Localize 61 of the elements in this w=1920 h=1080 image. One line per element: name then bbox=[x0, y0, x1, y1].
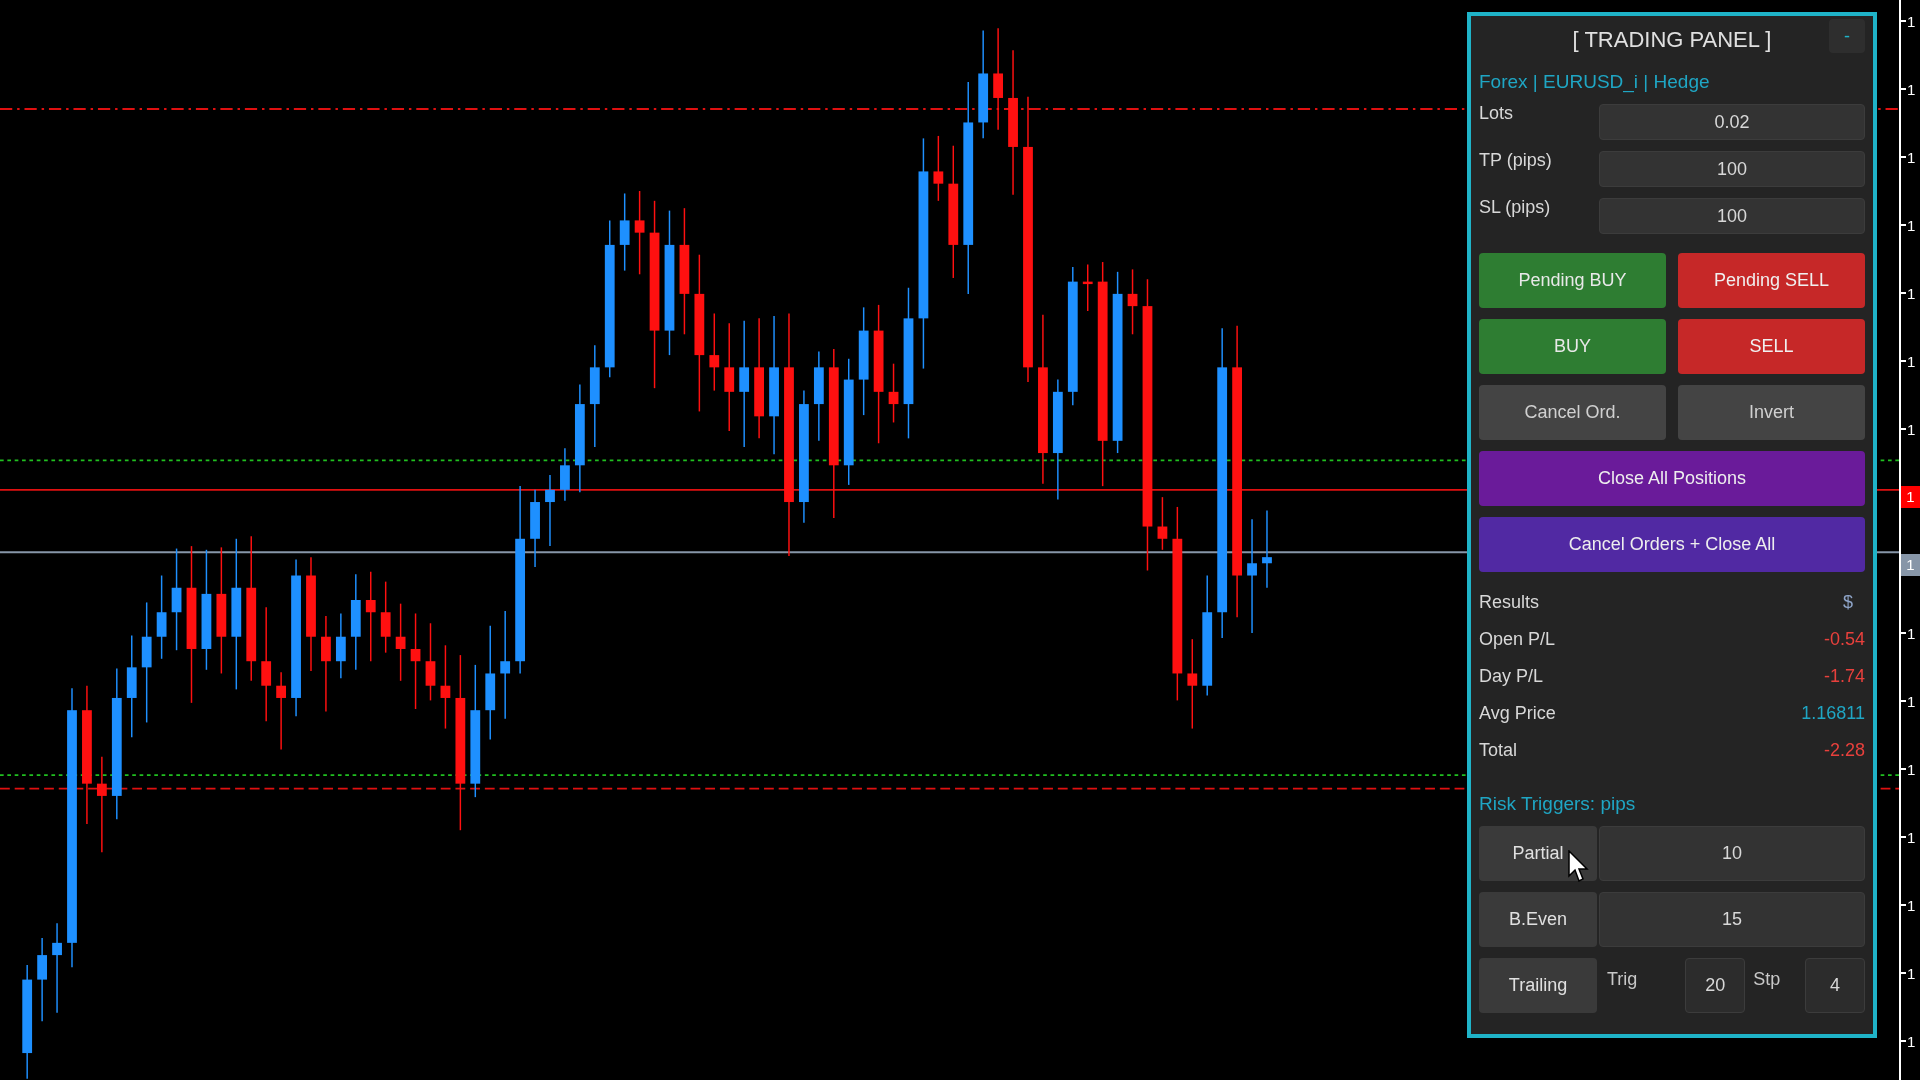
trigger-button[interactable]: Trailing bbox=[1479, 958, 1597, 1013]
action-button[interactable]: Pending SELL bbox=[1678, 253, 1865, 308]
axis-label: 1 bbox=[1907, 761, 1916, 777]
axis-label: 1 bbox=[1907, 421, 1916, 437]
axis-label: 1 bbox=[1907, 149, 1916, 165]
account-info: Forex | EURUSD_i | Hedge bbox=[1479, 70, 1711, 94]
action-button[interactable]: Close All Positions bbox=[1479, 451, 1865, 506]
action-button[interactable]: BUY bbox=[1479, 319, 1666, 374]
mouse-cursor-icon bbox=[1568, 850, 1590, 884]
value-field[interactable]: 15 bbox=[1599, 892, 1865, 947]
value-field[interactable]: 100 bbox=[1599, 151, 1865, 187]
value-field[interactable]: 100 bbox=[1599, 198, 1865, 234]
action-button[interactable]: Cancel Orders + Close All bbox=[1479, 517, 1865, 572]
result-label: Day P/L bbox=[1479, 664, 1544, 688]
trigger-button[interactable]: B.Even bbox=[1479, 892, 1597, 947]
risk-triggers-title: Risk Triggers: pips bbox=[1479, 792, 1637, 816]
action-button[interactable]: Invert bbox=[1678, 385, 1865, 440]
price-tag: 1 bbox=[1901, 486, 1920, 508]
axis-label: 1 bbox=[1907, 353, 1916, 369]
field-label: Stp bbox=[1753, 968, 1781, 991]
result-value: 1.16811 bbox=[1801, 701, 1865, 725]
result-value: -2.28 bbox=[1823, 738, 1865, 762]
result-value: -0.54 bbox=[1823, 627, 1865, 651]
axis-label: 1 bbox=[1907, 81, 1916, 97]
candle bbox=[335, 612, 346, 680]
candle bbox=[560, 447, 570, 502]
axis-label: 1 bbox=[1907, 625, 1916, 641]
result-label: Avg Price bbox=[1479, 701, 1556, 725]
axis-label: 1 bbox=[1907, 693, 1916, 709]
panel-title: [ TRADING PANEL ] bbox=[1572, 25, 1772, 54]
field-label: Lots bbox=[1479, 102, 1514, 125]
axis-label: 1 bbox=[1907, 829, 1916, 845]
value-field[interactable]: 0.02 bbox=[1599, 104, 1865, 140]
minimize-button[interactable]: - bbox=[1829, 19, 1865, 53]
candle bbox=[933, 135, 944, 202]
axis-label: 1 bbox=[1907, 217, 1916, 233]
candle bbox=[1127, 268, 1138, 336]
action-button[interactable]: Cancel Ord. bbox=[1479, 385, 1666, 440]
action-button[interactable]: Pending BUY bbox=[1479, 253, 1666, 308]
axis-label: 1 bbox=[1907, 285, 1916, 301]
field-label: TP (pips) bbox=[1479, 149, 1552, 172]
candle bbox=[1082, 263, 1093, 312]
result-value: -1.74 bbox=[1823, 664, 1865, 688]
currency-label: $ bbox=[1843, 590, 1853, 614]
price-tag: 1 bbox=[1901, 554, 1920, 576]
candle bbox=[1157, 496, 1168, 551]
axis-label: 1 bbox=[1907, 13, 1916, 29]
value-field[interactable]: 10 bbox=[1599, 826, 1865, 881]
action-button[interactable]: SELL bbox=[1678, 319, 1865, 374]
axis-label: 1 bbox=[1907, 965, 1916, 981]
axis-label: 1 bbox=[1907, 897, 1916, 913]
axis-label: 1 bbox=[1907, 1033, 1916, 1049]
value-field[interactable]: 20 bbox=[1685, 958, 1746, 1013]
value-field[interactable]: 4 bbox=[1805, 958, 1865, 1013]
candle bbox=[888, 362, 899, 424]
result-label: Open P/L bbox=[1479, 627, 1556, 651]
result-label: Total bbox=[1479, 738, 1518, 762]
results-header: Results bbox=[1479, 590, 1540, 614]
field-label: SL (pips) bbox=[1479, 196, 1551, 219]
trigger-button[interactable]: Partial bbox=[1479, 826, 1597, 881]
field-label: Trig bbox=[1607, 968, 1638, 991]
